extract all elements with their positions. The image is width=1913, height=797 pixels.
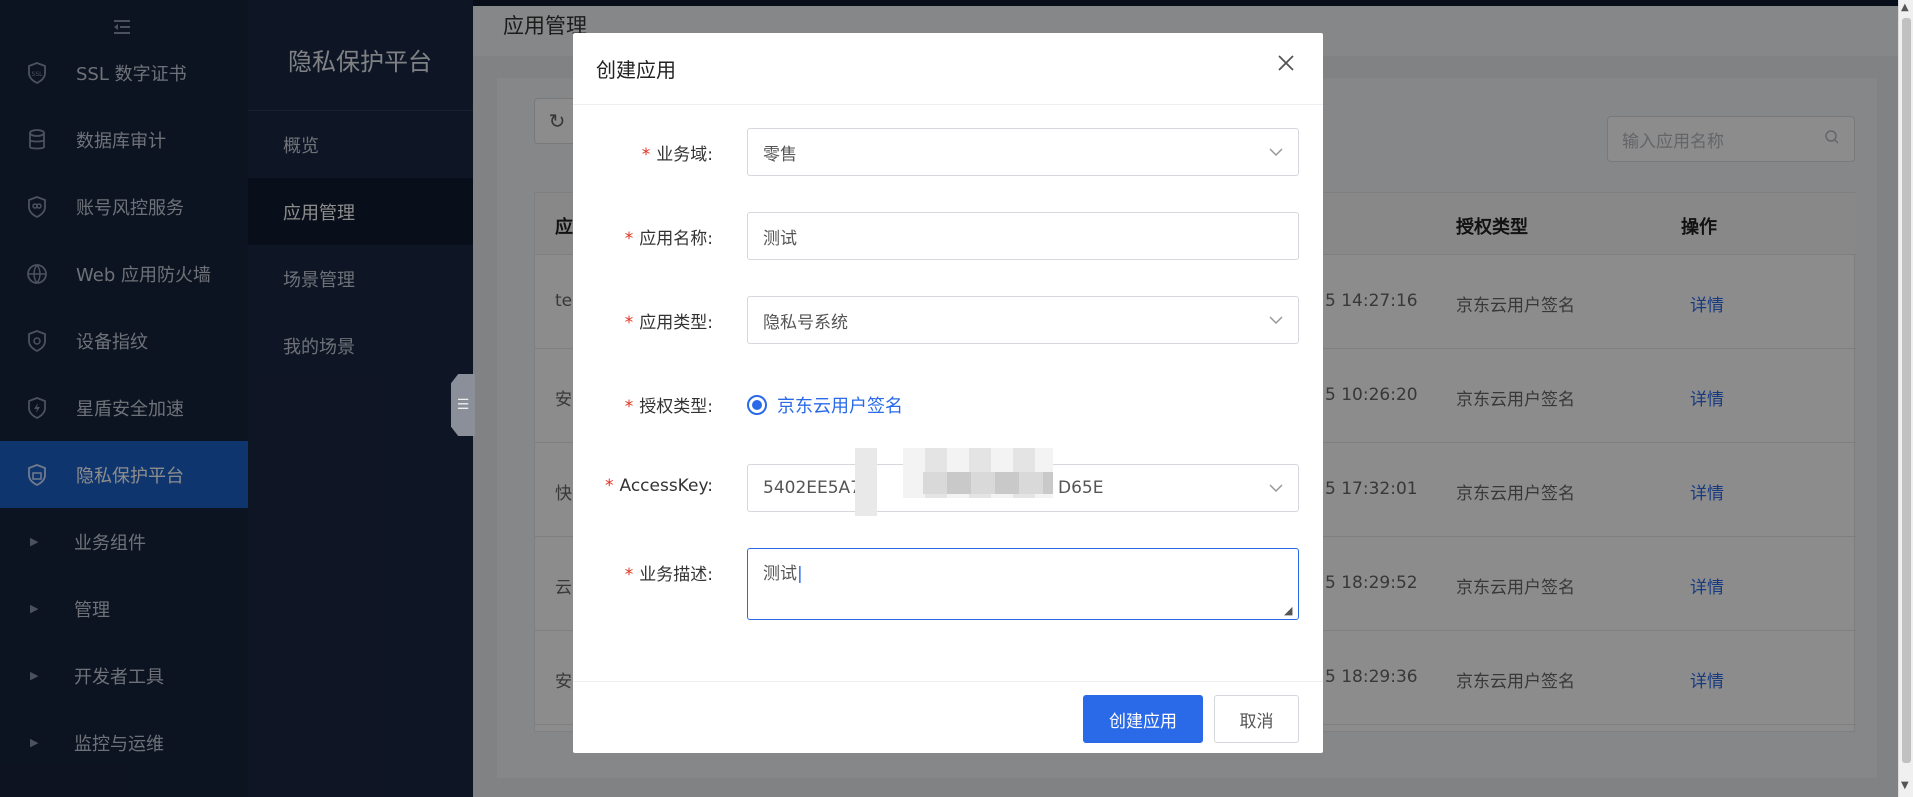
required-mark: * [624,565,634,585]
select-value: 零售 [763,144,797,165]
scrollbar-thumb[interactable] [1902,18,1911,763]
form-row-description: * 业务描述: 测试| ◢ [573,548,1323,620]
dialog-title: 创建应用 [596,58,676,82]
radio-label: 京东云用户签名 [777,396,903,417]
required-mark: * [641,145,651,165]
accesskey-value-start: 5402EE5A7 [763,478,862,498]
textarea-value: 测试 [763,564,797,584]
label-text: AccessKey: [619,476,713,496]
label-text: 授权类型: [639,397,713,417]
form-row-auth: * 授权类型: 京东云用户签名 [573,380,1323,428]
form-row-name: * 应用名称: 测试 [573,212,1323,260]
cancel-button[interactable]: 取消 [1214,695,1299,743]
field-label-auth: * 授权类型: [625,392,713,417]
dialog-header: 创建应用 [573,33,1323,105]
select-value: 隐私号系统 [763,312,848,333]
accesskey-value-end: D65E [1058,478,1104,498]
form-row-domain: * 业务域: 零售 [573,128,1323,176]
business-description-textarea[interactable]: 测试| ◢ [747,548,1299,620]
field-label-name: * 应用名称: [625,224,713,249]
field-label-description: * 业务描述: [625,560,713,585]
app-name-input[interactable]: 测试 [747,212,1299,260]
form-row-accesskey: * AccessKey: 5402EE5A7 D65E [573,448,1323,516]
auth-type-radio[interactable]: 京东云用户签名 [747,392,903,418]
menu-lines-icon: ☰ [456,397,470,413]
redaction-mosaic [923,472,1053,494]
redaction-mosaic [855,448,877,516]
input-value: 测试 [763,228,797,249]
app-type-select[interactable]: 隐私号系统 [747,296,1299,344]
chevron-down-icon [1269,481,1283,496]
label-text: 业务描述: [639,565,713,585]
label-text: 业务域: [656,145,713,165]
subnav-collapse-handle[interactable]: ☰ [451,374,475,436]
field-label-accesskey: * AccessKey: [605,476,713,496]
chevron-down-icon [1269,313,1283,328]
dialog-footer: 创建应用 取消 [573,681,1323,753]
field-label-type: * 应用类型: [625,308,713,333]
radio-checked-icon [747,395,767,415]
field-label-domain: * 业务域: [642,140,713,165]
text-cursor: | [797,564,803,584]
chevron-down-icon [1269,145,1283,160]
scroll-up-icon[interactable]: ▲ [1901,2,1909,13]
create-app-button[interactable]: 创建应用 [1083,695,1203,743]
business-domain-select[interactable]: 零售 [747,128,1299,176]
required-mark: * [604,476,614,496]
create-app-dialog: 创建应用 * 业务域: 零售 * 应用名称: 测试 * 应用类型: 隐私号系统 * 授权… [573,33,1323,753]
scroll-down-icon[interactable]: ▼ [1901,780,1909,791]
form-row-type: * 应用类型: 隐私号系统 [573,296,1323,344]
label-text: 应用名称: [639,229,713,249]
page-scrollbar[interactable]: ▲ ▼ [1898,0,1913,797]
required-mark: * [624,397,634,417]
required-mark: * [624,313,634,333]
resize-handle-icon[interactable]: ◢ [1284,605,1296,617]
label-text: 应用类型: [639,313,713,333]
required-mark: * [624,229,634,249]
close-icon[interactable] [1273,51,1299,77]
